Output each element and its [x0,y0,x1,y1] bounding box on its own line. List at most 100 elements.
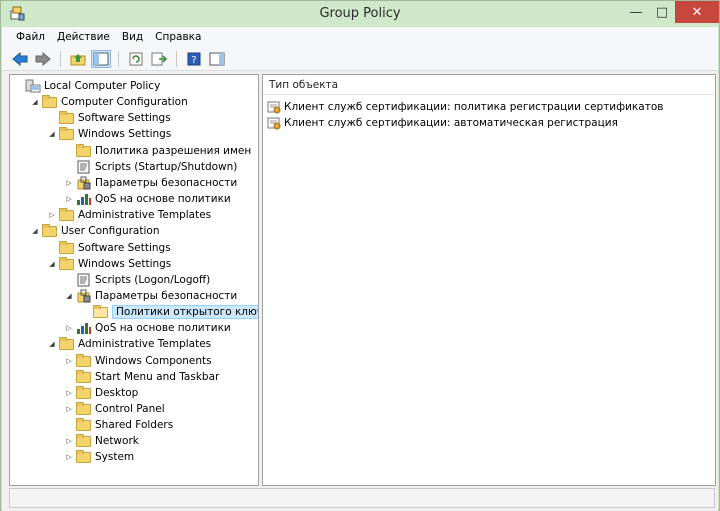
tree-node[interactable]: ▷ Desktop [64,385,138,401]
tree-node-label: Desktop [95,386,139,399]
refresh-icon [129,52,143,65]
tree-node[interactable]: Scripts (Logon/Logoff) [64,272,210,288]
show-action-pane-button[interactable] [207,50,227,68]
tree-node[interactable]: Start Menu and Taskbar [64,369,219,385]
tree-node-label: Administrative Templates [78,338,212,351]
column-header-object-type[interactable]: Тип объекта [263,79,338,91]
menu-bar: Файл Действие Вид Справка [2,27,718,47]
title-bar[interactable]: Group Policy — □ ✕ [1,1,719,27]
collapsed-arrow-icon[interactable]: ▷ [64,356,74,366]
tree-node[interactable]: Software Settings [47,110,171,126]
maximize-button[interactable]: □ [649,1,675,23]
folder-icon [76,450,92,464]
tree-node[interactable]: ▷ Windows Components [64,353,212,369]
console-tree[interactable]: Local Computer Policy ◢ Computer Configura… [9,74,259,486]
tree-node[interactable]: ◢ Administrative Templates [47,336,211,352]
script-icon [76,160,92,174]
tree-node[interactable]: ▷ Network [64,433,139,449]
help-button[interactable]: ? [184,50,204,68]
tree-node[interactable]: Local Computer Policy [13,78,160,94]
export-list-button[interactable] [149,50,169,68]
tree-node[interactable]: ◢ Computer Configuration [30,94,188,110]
tree-node-label: System [95,451,135,464]
folder-icon [59,111,75,125]
tree-node[interactable]: Shared Folders [64,417,173,433]
collapsed-arrow-icon[interactable]: ▷ [64,452,74,462]
tree-node[interactable]: ◢ Windows Settings [47,126,171,142]
tree-node[interactable]: ▷ QoS на основе политики [64,191,231,207]
tree-node[interactable]: Политики открытого ключа [81,304,258,320]
details-pane[interactable]: Тип объекта Клиент служб сертификации: п… [262,74,716,486]
collapsed-arrow-icon[interactable]: ▷ [64,404,74,414]
expanded-arrow-icon[interactable]: ◢ [47,259,57,269]
tree-node[interactable]: ◢ Параметры безопасности [64,288,237,304]
refresh-button[interactable] [126,50,146,68]
menu-help[interactable]: Справка [149,31,207,43]
tree-node-label: Политики открытого ключа [112,305,258,320]
tree-node[interactable]: ▷ QoS на основе политики [64,320,231,336]
expanded-arrow-icon[interactable]: ◢ [47,339,57,349]
tree-node[interactable]: ▷ Параметры безопасности [64,175,237,191]
forward-button[interactable] [33,50,53,68]
list-item[interactable]: Клиент служб сертификации: автоматическа… [267,115,618,131]
folder-icon [76,369,92,384]
security-icon [76,289,92,303]
tree-node-label: Control Panel [95,403,165,415]
menu-view[interactable]: Вид [116,31,149,43]
list-item[interactable]: Клиент служб сертификации: политика реги… [267,99,663,115]
toolbar-separator [118,50,119,67]
tree-node-label: Software Settings [78,112,171,125]
expanded-arrow-icon[interactable]: ◢ [30,97,40,107]
collapsed-arrow-icon[interactable]: ▷ [64,436,74,446]
folder-icon [76,434,92,448]
certificate-client-icon [267,117,281,130]
tree-node[interactable]: ▷ Administrative Templates [47,207,211,223]
window-title: Group Policy [319,6,401,21]
tree-node-label: QoS на основе политики [95,322,231,335]
computer-policy-icon [25,79,41,93]
folder-icon [59,337,75,351]
folder-icon [59,127,75,141]
forward-arrow-icon [35,51,51,66]
expanded-arrow-icon[interactable]: ◢ [64,291,74,301]
tree-node-label: Network [95,435,139,448]
minimize-icon: — [629,4,643,20]
tree-node-label: Windows Settings [78,128,172,141]
show-hide-tree-button[interactable] [91,49,111,68]
list-header: Тип объекта [263,75,715,95]
back-button[interactable] [10,50,30,68]
tree-node[interactable]: ◢ Windows Settings [47,256,171,272]
tree-node[interactable]: Политика разрешения имен [64,143,251,159]
list-item-label: Клиент служб сертификации: автоматическа… [284,117,618,129]
tree-node[interactable]: ◢ User Configuration [30,223,159,239]
tree-node-label: Software Settings [78,241,171,254]
folder-icon [76,418,92,432]
tree-node[interactable]: ▷ System [64,449,134,465]
menu-file[interactable]: Файл [10,31,51,43]
folder-icon [76,402,92,416]
group-policy-window: Group Policy — □ ✕ Файл Действие Вид Спр… [0,0,720,511]
tree-node[interactable]: Software Settings [47,240,171,256]
collapsed-arrow-icon[interactable]: ▷ [47,210,57,220]
status-field [9,488,715,508]
expanded-arrow-icon[interactable]: ◢ [30,226,40,236]
folder-icon [76,353,92,368]
up-level-button[interactable] [68,50,88,68]
certificate-client-icon [267,101,281,114]
tree-node-label: QoS на основе политики [95,193,231,206]
tree-node[interactable]: Scripts (Startup/Shutdown) [64,159,237,175]
collapsed-arrow-icon[interactable]: ▷ [64,388,74,398]
collapsed-arrow-icon[interactable]: ▷ [64,323,74,333]
tree-node[interactable]: ▷ Control Panel [64,401,165,417]
folder-icon [42,95,58,109]
toolbar-separator [176,50,177,67]
minimize-button[interactable]: — [623,1,649,23]
expanded-arrow-icon[interactable]: ◢ [47,129,57,139]
status-bar [2,487,718,511]
close-button[interactable]: ✕ [675,1,719,23]
tree-node-label: Shared Folders [95,419,174,432]
action-pane-icon [209,52,225,65]
menu-action[interactable]: Действие [51,31,116,43]
collapsed-arrow-icon[interactable]: ▷ [64,178,74,188]
collapsed-arrow-icon[interactable]: ▷ [64,194,74,204]
